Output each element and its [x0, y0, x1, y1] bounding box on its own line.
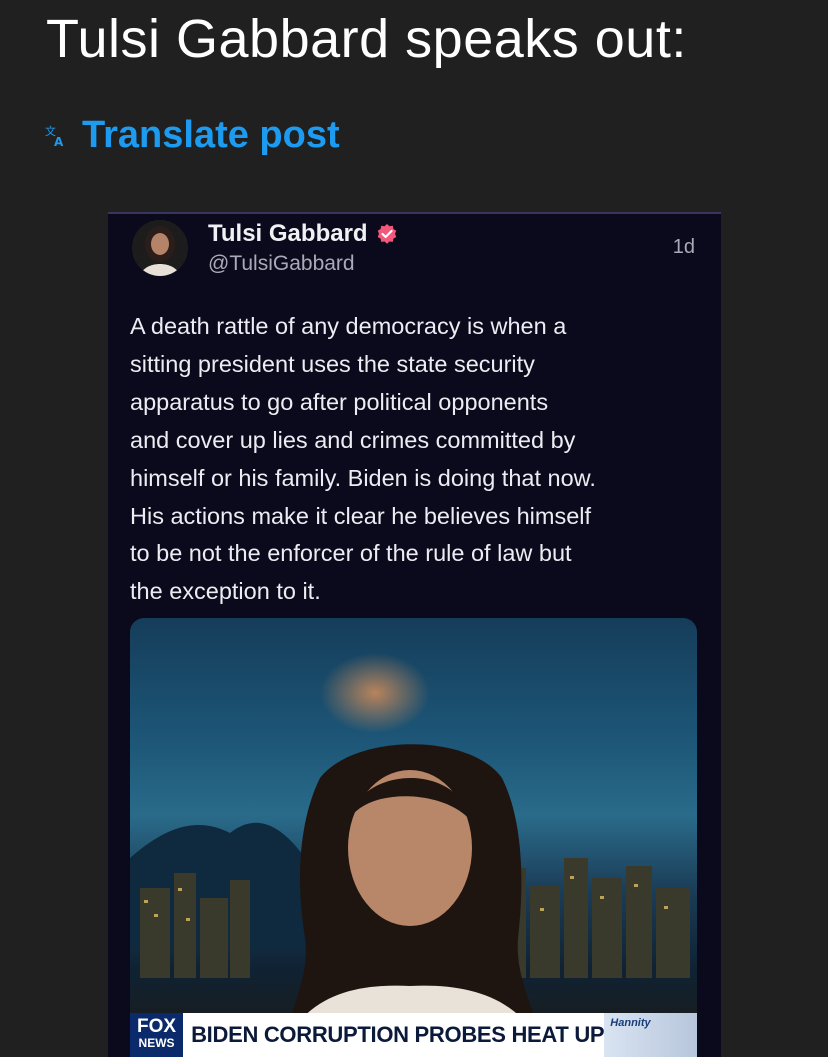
post-title: Tulsi Gabbard speaks out: — [46, 9, 687, 69]
tweet-media-image[interactable]: FOX NEWS BIDEN CORRUPTION PROBES HEAT UP… — [130, 618, 697, 1057]
translate-post-label: Translate post — [82, 114, 340, 156]
video-still — [130, 653, 690, 1057]
fox-news-logo: FOX NEWS — [130, 1013, 184, 1057]
author-name: Tulsi Gabbard — [208, 220, 368, 247]
tweet-line: sitting president uses the state securit… — [130, 350, 535, 377]
news-chyron: FOX NEWS BIDEN CORRUPTION PROBES HEAT UP… — [130, 1013, 697, 1057]
svg-text:A: A — [54, 135, 64, 148]
tweet-line: himself or his family. Biden is doing th… — [130, 464, 596, 491]
tweet-timestamp: 1d — [672, 236, 695, 258]
tweet-line: A death rattle of any democracy is when … — [130, 313, 567, 339]
translate-icon: 文 A — [44, 124, 68, 149]
author-handle: @TulsiGabbard — [208, 252, 355, 275]
author-name-row: Tulsi Gabbard — [208, 220, 398, 248]
tweet-text: A death rattle of any democracy is when … — [130, 308, 705, 611]
show-logo: Hannity — [604, 1013, 697, 1057]
tweet-line: apparatus to go after political opponent… — [130, 388, 549, 415]
verified-badge-icon — [376, 223, 398, 245]
translate-post-link[interactable]: 文 A Translate post — [44, 114, 340, 157]
avatar — [132, 220, 188, 276]
chyron-headline: BIDEN CORRUPTION PROBES HEAT UP — [191, 1022, 605, 1047]
tweet-line: and cover up lies and crimes committed b… — [130, 426, 576, 453]
tweet-line: the exception to it. — [130, 578, 321, 605]
embedded-tweet-screenshot: Tulsi Gabbard @TulsiGabbard 1d A death r… — [108, 212, 721, 1057]
tweet-line: to be not the enforcer of the rule of la… — [130, 540, 572, 567]
tweet-line: His actions make it clear he believes hi… — [130, 502, 592, 529]
